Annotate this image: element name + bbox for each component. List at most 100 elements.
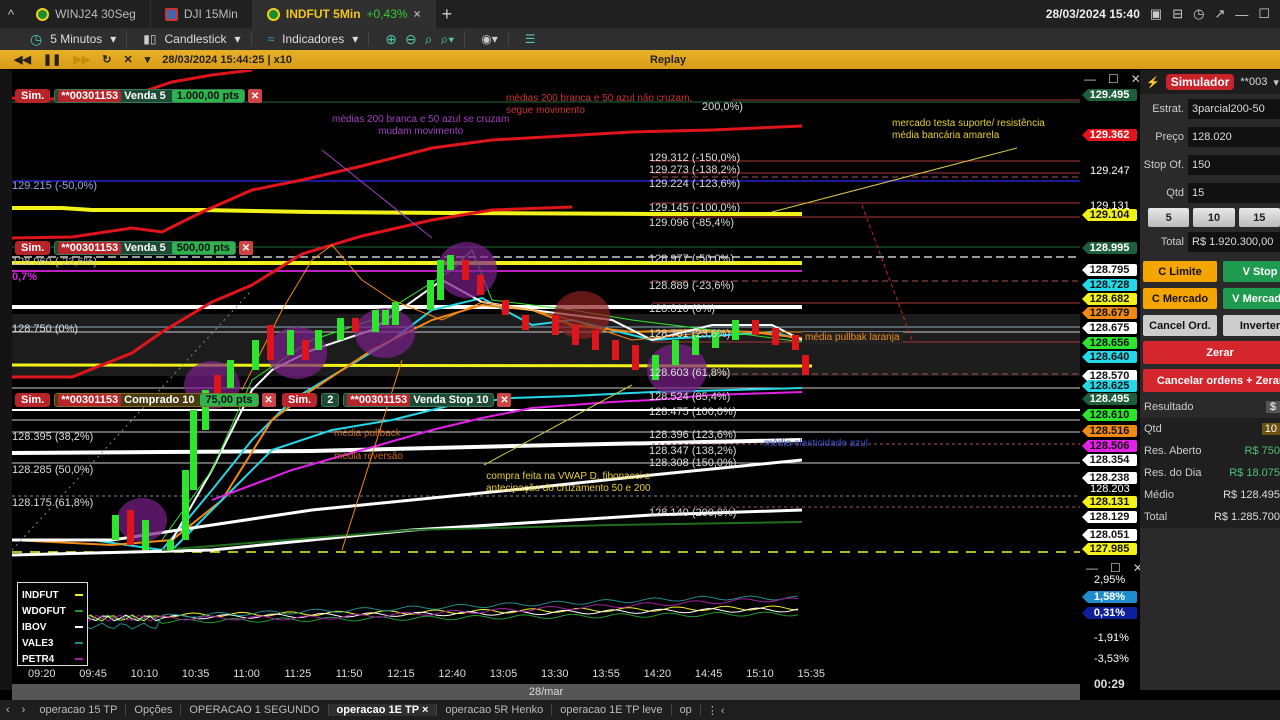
stop-offset-input[interactable]: 150 bbox=[1188, 155, 1280, 175]
tab-indfut[interactable]: INDFUT 5Min +0,43% × bbox=[252, 0, 436, 28]
time-tick: 11:25 bbox=[284, 668, 312, 680]
workspace-tab[interactable]: operacao 15 TP bbox=[31, 704, 127, 716]
qty-15-button[interactable]: 15 bbox=[1238, 208, 1280, 227]
close-icon[interactable]: ✕ bbox=[124, 53, 133, 66]
strategy-select[interactable]: 3parcial200-50 bbox=[1188, 99, 1280, 119]
minimize-icon[interactable]: — bbox=[1235, 7, 1248, 22]
tab-dji[interactable]: DJI 15Min bbox=[151, 0, 253, 28]
restart-icon[interactable]: ↻ bbox=[102, 53, 111, 66]
cancel-order-icon[interactable]: ✕ bbox=[497, 393, 512, 407]
price-axis-label: 128.516 bbox=[1082, 425, 1137, 437]
workspace-tab[interactable]: operacao 1E TP leve bbox=[552, 704, 672, 716]
result-unit-toggle[interactable]: $ bbox=[1265, 401, 1280, 413]
scroll-left-icon[interactable]: ‹ bbox=[0, 704, 16, 716]
chart-type-select[interactable]: ▮▯ Candlestick ▾ bbox=[133, 32, 252, 46]
annotation-no-crossover: médias 200 branca e 50 azul não cruzam, … bbox=[506, 93, 693, 116]
clock-icon[interactable]: ◷ bbox=[1193, 6, 1204, 22]
trend-icon[interactable]: ↗ bbox=[1214, 6, 1225, 22]
cancel-order-icon[interactable]: ✕ bbox=[261, 393, 276, 407]
order-tag-comprado[interactable]: Sim. **00301153 Comprado 10 75,00 pts ✕ bbox=[15, 393, 276, 407]
quantity-input[interactable]: 15 bbox=[1188, 183, 1280, 203]
maximize-icon[interactable]: ☐ bbox=[1108, 72, 1119, 86]
detach-icon[interactable]: ⊟ bbox=[1172, 6, 1183, 22]
buy-market-button[interactable]: C Mercado bbox=[1143, 288, 1217, 309]
zero-position-button[interactable]: Zerar bbox=[1143, 341, 1280, 364]
candle bbox=[522, 315, 529, 330]
price-input[interactable]: 128.020 bbox=[1188, 127, 1280, 147]
header-datetime: 28/03/2024 15:40 bbox=[1045, 7, 1140, 21]
dropdown-icon: ▾ bbox=[110, 32, 117, 46]
fib-label: 128.731 (23,6%) bbox=[649, 328, 731, 340]
invert-button[interactable]: Inverter bbox=[1223, 315, 1280, 336]
time-tick: 10:35 bbox=[181, 668, 210, 680]
comparison-line-indfut bbox=[71, 605, 799, 622]
annotation-crossover: médias 200 branca e 50 azul se cruzam mu… bbox=[332, 114, 510, 137]
sell-stop-button[interactable]: V Stop bbox=[1223, 261, 1280, 282]
price-chart[interactable]: 129.215 (-50,0%) 128.969 (-23,6%) 0,7% 1… bbox=[12, 70, 1080, 662]
price-axis-label: 127.985 bbox=[1082, 543, 1137, 555]
zoom-out-icon[interactable]: ⊖ bbox=[405, 31, 417, 48]
order-tag-venda-stop[interactable]: Sim. 2 **00301153 Venda Stop 10 ✕ bbox=[282, 393, 512, 407]
chevron-up-icon[interactable]: ^ bbox=[0, 7, 22, 22]
replay-icon[interactable]: ▣ bbox=[1150, 6, 1162, 22]
add-tab-button[interactable]: + bbox=[436, 4, 459, 25]
candle bbox=[372, 310, 379, 332]
sell-market-button[interactable]: V Mercado bbox=[1223, 288, 1280, 309]
workspace-tab[interactable]: operacao 1E TP × bbox=[328, 704, 438, 716]
buy-limit-button[interactable]: C Limite bbox=[1143, 261, 1217, 282]
workspace-tab[interactable]: Opções bbox=[126, 704, 182, 716]
fib-label: 129.096 (-85,4%) bbox=[649, 217, 734, 229]
legend-label: IBOV bbox=[22, 621, 47, 633]
indicators-select[interactable]: ≈ Indicadores ▾ bbox=[258, 32, 370, 46]
cancel-order-icon[interactable]: ✕ bbox=[238, 241, 253, 255]
dropdown-icon: ▾ bbox=[352, 32, 359, 46]
candle bbox=[672, 340, 679, 365]
comparison-indicator[interactable] bbox=[12, 578, 1080, 664]
tab-winj24[interactable]: WINJ24 30Seg bbox=[22, 0, 151, 28]
order-tag-venda-1[interactable]: Sim. **00301153 Venda 5 1.000,00 pts ✕ bbox=[15, 89, 263, 103]
cancel-and-zero-button[interactable]: Cancelar ordens + Zerar bbox=[1143, 369, 1280, 392]
workspace-tab[interactable]: op bbox=[672, 704, 701, 716]
indicator-legend: INDFUT WDOFUT IBOV VALE3 PETR4 bbox=[17, 582, 88, 666]
maximize-icon[interactable]: ☐ bbox=[1258, 6, 1270, 22]
scroll-right-icon[interactable]: › bbox=[16, 704, 32, 716]
close-tab-icon[interactable]: × bbox=[419, 704, 428, 716]
workspace-tab[interactable]: operacao 5R Henko bbox=[437, 704, 553, 716]
cancel-orders-button[interactable]: Cancel Ord. bbox=[1143, 315, 1217, 336]
account-select[interactable]: **003 bbox=[1240, 76, 1267, 88]
qty-10-button[interactable]: 10 bbox=[1193, 208, 1235, 227]
left-scale-strip bbox=[0, 70, 12, 690]
more-tabs-icon[interactable]: ⋮ ‹ bbox=[701, 704, 731, 717]
minimize-icon[interactable]: — bbox=[1084, 72, 1096, 86]
pause-icon[interactable]: ❚❚ bbox=[43, 53, 61, 66]
maximize-icon[interactable]: ☐ bbox=[1110, 561, 1121, 575]
fib-label: 200,0%) bbox=[702, 101, 743, 113]
fib-label: 129.273 (-138,2%) bbox=[649, 164, 741, 176]
close-tab-icon[interactable]: × bbox=[414, 7, 421, 21]
candle bbox=[792, 335, 799, 350]
zoom-time-icon[interactable]: ⌕▾ bbox=[441, 31, 455, 48]
indicator-icon: ≈ bbox=[267, 32, 275, 46]
candle bbox=[802, 355, 809, 375]
workspace-tab[interactable]: OPERACAO 1 SEGUNDO bbox=[181, 704, 329, 716]
annotation-support: mercado testa suporte/ resistência média… bbox=[892, 118, 1045, 141]
minimize-icon[interactable]: — bbox=[1086, 561, 1098, 575]
time-tick: 14:45 bbox=[694, 668, 723, 680]
rewind-icon[interactable]: ◀◀ bbox=[14, 53, 31, 66]
forward-icon[interactable]: ▶▶ bbox=[73, 53, 90, 66]
legend-swatch bbox=[75, 658, 83, 660]
interval-select[interactable]: ◷ 5 Minutos ▾ bbox=[20, 30, 128, 48]
fib-label: 129.312 (-150,0%) bbox=[649, 152, 741, 164]
dropdown-icon[interactable]: ▾ bbox=[145, 53, 151, 66]
visibility-select[interactable]: ◉▾ bbox=[471, 32, 509, 46]
zoom-in-icon[interactable]: ⊕ bbox=[385, 31, 397, 48]
legend-item: INDFUT bbox=[22, 587, 83, 603]
chart-canvas bbox=[12, 70, 1080, 557]
qty-5-button[interactable]: 5 bbox=[1148, 208, 1190, 227]
zoom-area-icon[interactable]: ⌕ bbox=[425, 31, 433, 48]
cancel-order-icon[interactable]: ✕ bbox=[248, 89, 263, 103]
order-tag-venda-2[interactable]: Sim. **00301153 Venda 5 500,00 pts ✕ bbox=[15, 241, 253, 255]
usa-flag-icon bbox=[164, 7, 178, 21]
time-axis[interactable]: 09:20 09:45 10:10 10:35 11:00 11:25 11:50 12:15… bbox=[12, 664, 1080, 684]
settings-button[interactable]: ☰ bbox=[515, 32, 546, 46]
